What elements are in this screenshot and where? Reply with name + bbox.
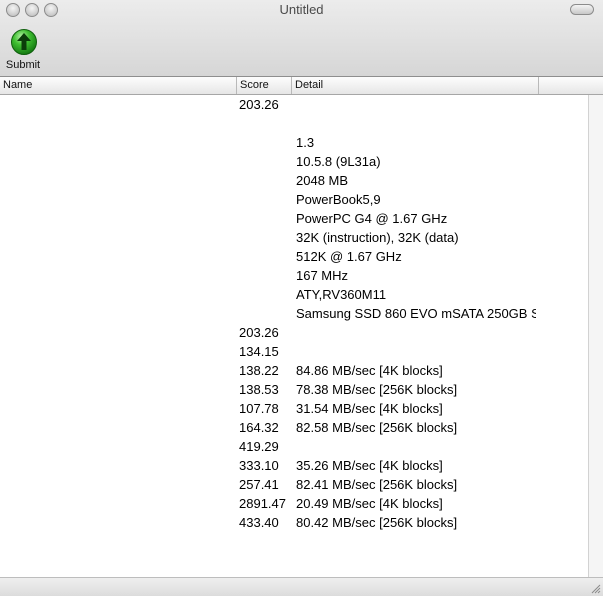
submit-button[interactable]: Submit [2,28,44,74]
xbench-window: Untitled Submit Name Score Detail 203.26… [0,0,603,596]
resize-grip-icon[interactable] [589,582,601,594]
outline-row[interactable]: L2 Cache512K @ 1.67 GHz [0,247,588,266]
row-score: 138.53 [239,382,279,397]
row-detail: 31.54 MB/sec [4K blocks] [296,401,443,416]
outline-row[interactable]: Uncached Read164.3282.58 MB/sec [256K bl… [0,418,588,437]
row-detail: Samsung SSD 860 EVO mSATA 250GB Sar [296,306,536,321]
row-detail: 20.49 MB/sec [4K blocks] [296,496,443,511]
column-header: Name Score Detail [0,77,603,95]
row-score: 419.29 [239,439,279,454]
row-detail: 82.58 MB/sec [256K blocks] [296,420,458,435]
outline-row[interactable]: System Info [0,114,588,133]
row-score: 433.40 [239,515,279,530]
row-detail: 10.5.8 (9L31a) [296,154,381,169]
row-score: 2891.47 [239,496,286,511]
outline-row[interactable]: Results203.26 [0,95,588,114]
submit-label: Submit [5,59,41,71]
row-score: 134.15 [239,344,279,359]
vertical-scroll-track[interactable] [588,95,603,577]
outline-row[interactable]: L1 Cache32K (instruction), 32K (data) [0,228,588,247]
row-detail: 1.3 [296,135,315,150]
column-divider[interactable] [538,77,539,94]
row-detail: 32K (instruction), 32K (data) [296,230,459,245]
row-score: 203.26 [239,97,279,112]
outline-row[interactable]: Uncached Read433.4080.42 MB/sec [256K bl… [0,513,588,532]
outline-row[interactable]: Random419.29 [0,437,588,456]
green-up-arrow-icon [11,29,37,55]
outline-row[interactable]: Video CardATY,RV360M11 [0,285,588,304]
outline-row[interactable]: Uncached Read2891.4720.49 MB/sec [4K blo… [0,494,588,513]
window-bottom-bar [0,577,603,596]
outline-row[interactable]: Drive TypeSamsung SSD 860 EVO mSATA 250G… [0,304,588,323]
outline-row[interactable]: ProcessorPowerPC G4 @ 1.67 GHz [0,209,588,228]
row-score: 107.78 [239,401,279,416]
column-header-detail[interactable]: Detail [292,77,538,94]
outline-row[interactable]: Bus Frequency167 MHz [0,266,588,285]
row-detail: 82.41 MB/sec [256K blocks] [296,477,458,492]
outline-row[interactable]: Uncached Write138.5378.38 MB/sec [256K b… [0,380,588,399]
outline-row[interactable]: Xbench Version1.3 [0,133,588,152]
row-detail: 2048 MB [296,173,349,188]
row-detail: ATY,RV360M11 [296,287,387,302]
outline-row[interactable]: Uncached Write333.1035.26 MB/sec [4K blo… [0,456,588,475]
row-score: 333.10 [239,458,279,473]
outline-row[interactable]: Disk Test203.26 [0,323,588,342]
outline-row[interactable]: Uncached Write138.2284.86 MB/sec [4K blo… [0,361,588,380]
toolbar-toggle-button[interactable] [570,4,594,15]
outline-row[interactable]: Uncached Read107.7831.54 MB/sec [4K bloc… [0,399,588,418]
row-score: 164.32 [239,420,279,435]
outline-row[interactable]: Uncached Write257.4182.41 MB/sec [256K b… [0,475,588,494]
results-outline[interactable]: Results203.26System InfoXbench Version1.… [0,95,588,532]
row-detail: 167 MHz [296,268,349,283]
column-header-score[interactable]: Score [237,77,291,94]
row-detail: PowerBook5,9 [296,192,381,207]
row-detail: 84.86 MB/sec [4K blocks] [296,363,443,378]
outline-row[interactable]: Physical RAM2048 MB [0,171,588,190]
row-detail: 35.26 MB/sec [4K blocks] [296,458,443,473]
row-detail: PowerPC G4 @ 1.67 GHz [296,211,448,226]
row-detail: 80.42 MB/sec [256K blocks] [296,515,458,530]
row-detail: 512K @ 1.67 GHz [296,249,402,264]
window-title: Untitled [279,2,324,17]
outline-row[interactable]: ModelPowerBook5,9 [0,190,588,209]
row-score: 257.41 [239,477,279,492]
outline-row[interactable]: System Version10.5.8 (9L31a) [0,152,588,171]
title-toolbar-area: Untitled Submit [0,0,603,77]
row-detail: 78.38 MB/sec [256K blocks] [296,382,458,397]
row-score: 203.26 [239,325,279,340]
outline-row[interactable]: Sequential134.15 [0,342,588,361]
row-score: 138.22 [239,363,279,378]
column-header-name[interactable]: Name [0,77,236,94]
